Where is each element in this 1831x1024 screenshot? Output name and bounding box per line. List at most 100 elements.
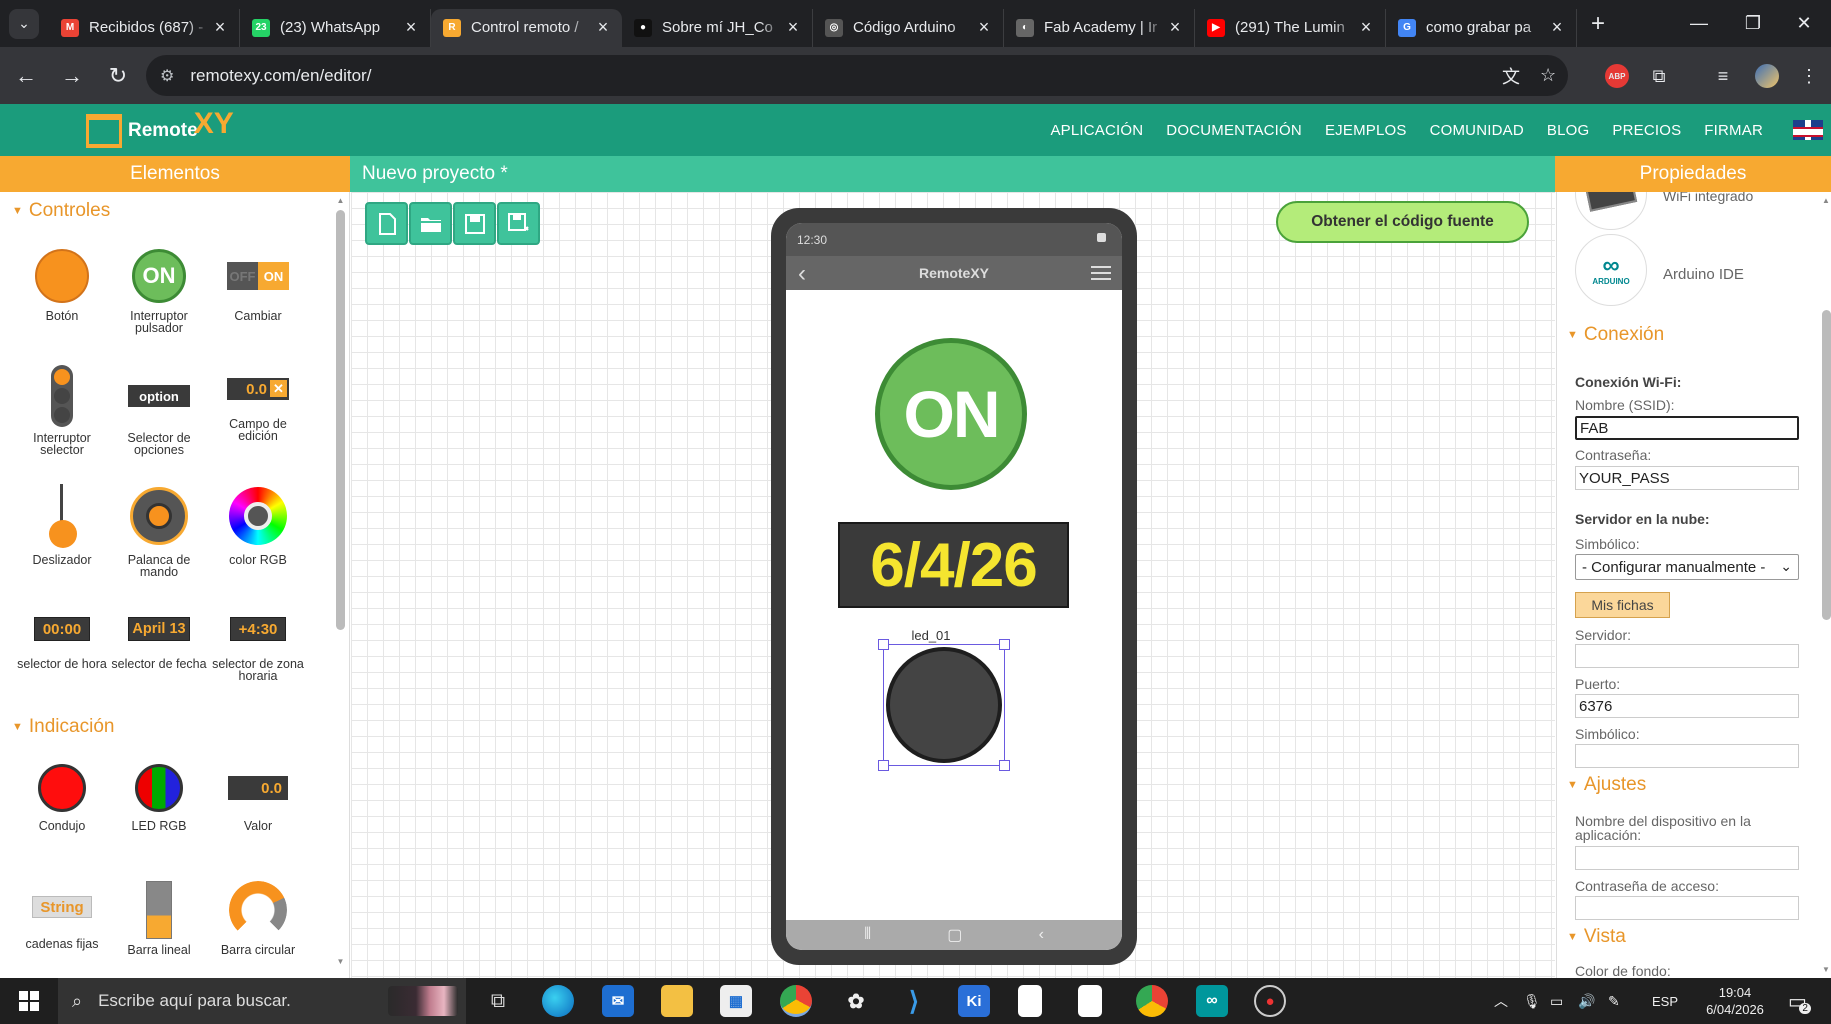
document-icon[interactable] xyxy=(1078,985,1102,1017)
device-name-input[interactable] xyxy=(1575,846,1799,870)
element-timezone-selector[interactable]: +4:30 selector de zona horaria xyxy=(209,604,307,682)
language-indicator[interactable]: ESP xyxy=(1652,978,1678,1024)
category-indication[interactable]: ▼ Indicación xyxy=(12,716,114,738)
element-slider[interactable]: Deslizador xyxy=(13,482,111,566)
element-edit-field[interactable]: 0.0 ✕ Campo de edición xyxy=(209,364,307,442)
close-window-button[interactable]: ✕ xyxy=(1777,0,1831,47)
taskbar-search[interactable]: ⌕ Escribe aquí para buscar. xyxy=(58,978,466,1024)
notifications-icon[interactable]: ▭ 2 xyxy=(1788,978,1811,1024)
port-input[interactable] xyxy=(1575,694,1799,718)
resize-handle[interactable] xyxy=(999,760,1010,771)
element-option-selector[interactable]: option Selector de opciones xyxy=(110,364,208,456)
resize-handle[interactable] xyxy=(999,639,1010,650)
element-joystick[interactable]: Palanca de mando xyxy=(110,482,208,578)
close-icon[interactable]: × xyxy=(1357,17,1375,38)
nav-link[interactable]: COMUNIDAD xyxy=(1430,122,1524,139)
save-as-button[interactable] xyxy=(497,202,540,245)
properties-scrollbar[interactable]: ▲ ▼ xyxy=(1821,192,1831,978)
close-icon[interactable]: × xyxy=(1548,17,1566,38)
restore-button[interactable]: ❐ xyxy=(1726,0,1780,47)
selected-led-element[interactable] xyxy=(878,639,1010,771)
element-selector-switch[interactable]: Interruptor selector xyxy=(13,364,111,456)
symbolic2-input[interactable] xyxy=(1575,744,1799,768)
get-source-code-button[interactable]: Obtener el código fuente xyxy=(1276,201,1529,243)
battery-icon[interactable]: ▭ xyxy=(1550,978,1563,1024)
element-fixed-string[interactable]: String cadenas fijas xyxy=(13,880,111,950)
password-input[interactable] xyxy=(1575,466,1799,490)
browser-tab[interactable]: ◎ Código Arduino × xyxy=(813,8,1004,47)
forward-button[interactable]: → xyxy=(52,56,92,96)
element-circular-bar[interactable]: Barra circular xyxy=(209,880,307,956)
reload-button[interactable]: ↻ xyxy=(98,56,138,96)
nav-link[interactable]: DOCUMENTACIÓN xyxy=(1166,122,1302,139)
translate-icon[interactable]: 文 xyxy=(1502,55,1520,96)
media-control-icon[interactable]: ≡ xyxy=(1706,59,1740,93)
adblock-extension-icon[interactable]: ABP xyxy=(1600,59,1634,93)
element-led[interactable]: Condujo xyxy=(13,760,111,832)
elements-scrollbar[interactable]: ▲ ▼ xyxy=(336,196,345,966)
resize-handle[interactable] xyxy=(878,760,889,771)
browser-tab[interactable]: ◐ Fab Academy | Ir × xyxy=(1004,8,1195,47)
save-project-button[interactable] xyxy=(453,202,496,245)
arduino-taskbar-icon[interactable]: ∞ xyxy=(1196,985,1228,1017)
bookmark-star-icon[interactable]: ☆ xyxy=(1540,55,1556,96)
element-linear-bar[interactable]: Barra lineal xyxy=(110,880,208,956)
section-settings[interactable]: ▼ Ajustes xyxy=(1567,774,1646,796)
element-rgb-led[interactable]: LED RGB xyxy=(110,760,208,832)
mail-icon[interactable]: ✉ xyxy=(602,985,634,1017)
close-icon[interactable]: × xyxy=(211,17,229,38)
browser-tab[interactable]: ● Sobre mí JH_Co × xyxy=(622,8,813,47)
section-view[interactable]: ▼ Vista xyxy=(1567,926,1626,948)
store-icon[interactable]: ▦ xyxy=(720,985,752,1017)
resize-handle[interactable] xyxy=(878,639,889,650)
access-password-input[interactable] xyxy=(1575,896,1799,920)
element-toggle[interactable]: OFF ON Cambiar xyxy=(209,246,307,322)
close-icon[interactable]: × xyxy=(975,17,993,38)
element-time-selector[interactable]: 00:00 selector de hora xyxy=(13,604,111,670)
element-date-selector[interactable]: April 13 selector de fecha xyxy=(110,604,208,670)
canvas-date-selector[interactable]: 6/4/26 xyxy=(838,522,1069,608)
arduino-ide-card[interactable]: ∞ ARDUINO xyxy=(1575,234,1647,306)
kicad-icon[interactable]: Ki xyxy=(958,985,990,1017)
chrome-profile-icon[interactable] xyxy=(1136,985,1168,1017)
new-tab-button[interactable]: + xyxy=(1583,10,1613,38)
category-controls[interactable]: ▼ Controles xyxy=(12,200,110,222)
browser-menu-icon[interactable]: ⋮ xyxy=(1792,59,1826,93)
browser-tab[interactable]: R Control remoto / × xyxy=(431,8,622,47)
element-push-switch[interactable]: ON Interruptor pulsador xyxy=(110,246,208,334)
nav-link[interactable]: APLICACIÓN xyxy=(1050,122,1143,139)
paint-icon[interactable]: ✿ xyxy=(840,985,872,1017)
file-explorer-icon[interactable] xyxy=(661,985,693,1017)
browser-tab[interactable]: Gcomo grabar pa × xyxy=(1386,8,1577,47)
ssid-input[interactable] xyxy=(1575,416,1799,440)
volume-icon[interactable]: 🔊 xyxy=(1578,978,1595,1024)
recording-app-icon[interactable]: ● xyxy=(1254,985,1286,1017)
microphone-icon[interactable]: 🎙 xyxy=(1523,978,1541,1024)
open-project-button[interactable] xyxy=(409,202,452,245)
wifi-module-card[interactable] xyxy=(1575,192,1647,230)
clock[interactable]: 19:04 6/04/2026 xyxy=(1695,978,1775,1024)
start-button[interactable] xyxy=(0,978,58,1024)
nav-link[interactable]: FIRMAR xyxy=(1704,122,1763,139)
english-flag-icon[interactable] xyxy=(1793,120,1823,140)
nav-link[interactable]: BLOG xyxy=(1547,122,1589,139)
element-rgb-color[interactable]: color RGB xyxy=(209,482,307,566)
nav-link[interactable]: PRECIOS xyxy=(1612,122,1681,139)
new-project-button[interactable] xyxy=(365,202,408,245)
minimize-button[interactable]: — xyxy=(1672,0,1726,47)
browser-tab[interactable]: M Recibidos (687) - × xyxy=(49,8,240,47)
symbolic-select[interactable]: - Configurar manualmente - ⌄ xyxy=(1575,554,1799,580)
task-view-icon[interactable]: ⧉ xyxy=(482,985,514,1017)
vscode-icon[interactable]: ⟩ xyxy=(898,985,930,1017)
close-icon[interactable]: × xyxy=(784,17,802,38)
document-icon[interactable] xyxy=(1018,985,1042,1017)
section-connection[interactable]: ▼ Conexión xyxy=(1567,324,1664,346)
chrome-taskbar-icon[interactable] xyxy=(780,985,812,1017)
pen-icon[interactable]: ✎ xyxy=(1608,978,1620,1024)
remotexy-logo[interactable]: Remote XY xyxy=(86,107,234,150)
tab-search-button[interactable]: ⌄ xyxy=(9,8,39,39)
project-title[interactable]: Nuevo proyecto * xyxy=(350,156,1555,192)
address-bar[interactable]: ⚙ remotexy.com/en/editor/ 文 ☆ xyxy=(146,55,1568,96)
server-input[interactable] xyxy=(1575,644,1799,668)
my-tokens-button[interactable]: Mis fichas xyxy=(1575,592,1670,618)
